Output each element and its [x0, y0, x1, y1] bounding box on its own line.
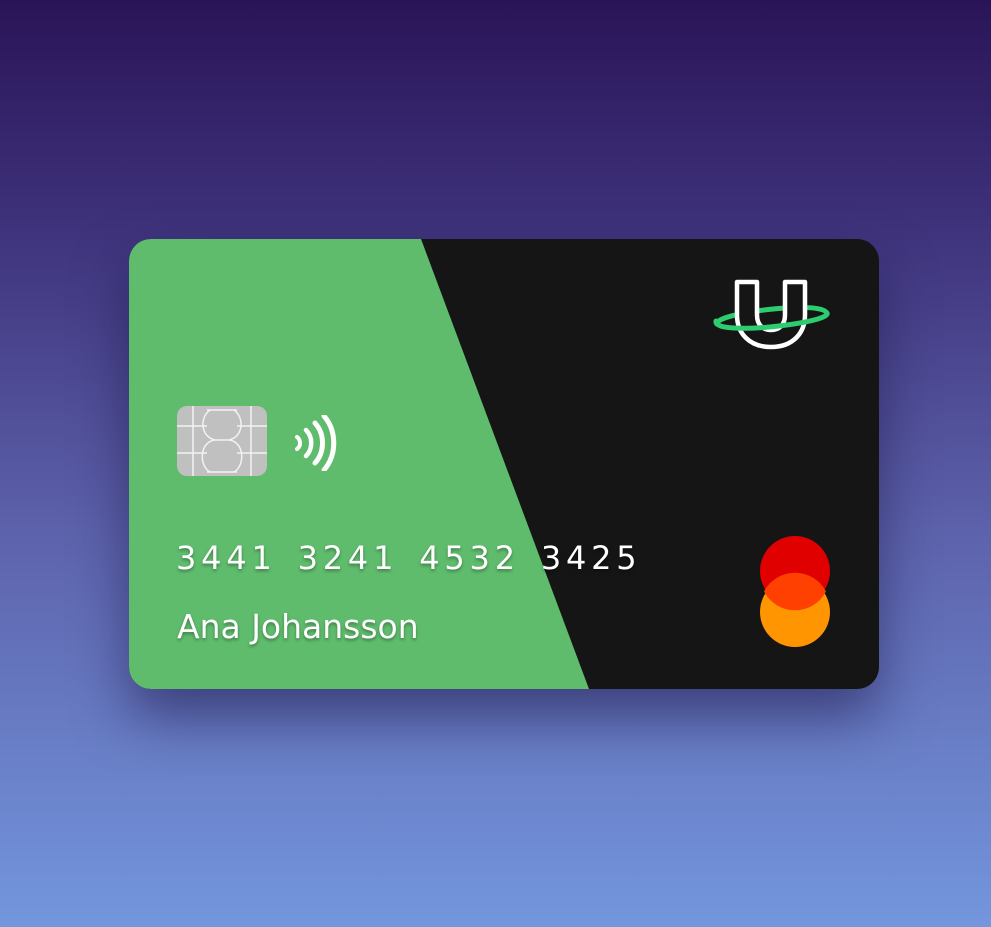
payment-card: 3441 3241 4532 3425 Ana Johansson: [129, 239, 879, 689]
mastercard-icon: [760, 536, 830, 647]
emv-chip-icon: [177, 406, 267, 476]
cardholder-name: Ana Johansson: [177, 607, 419, 646]
contactless-icon: [295, 415, 337, 471]
card-number: 3441 3241 4532 3425: [176, 539, 642, 577]
u-ring-logo-icon: [713, 279, 830, 350]
